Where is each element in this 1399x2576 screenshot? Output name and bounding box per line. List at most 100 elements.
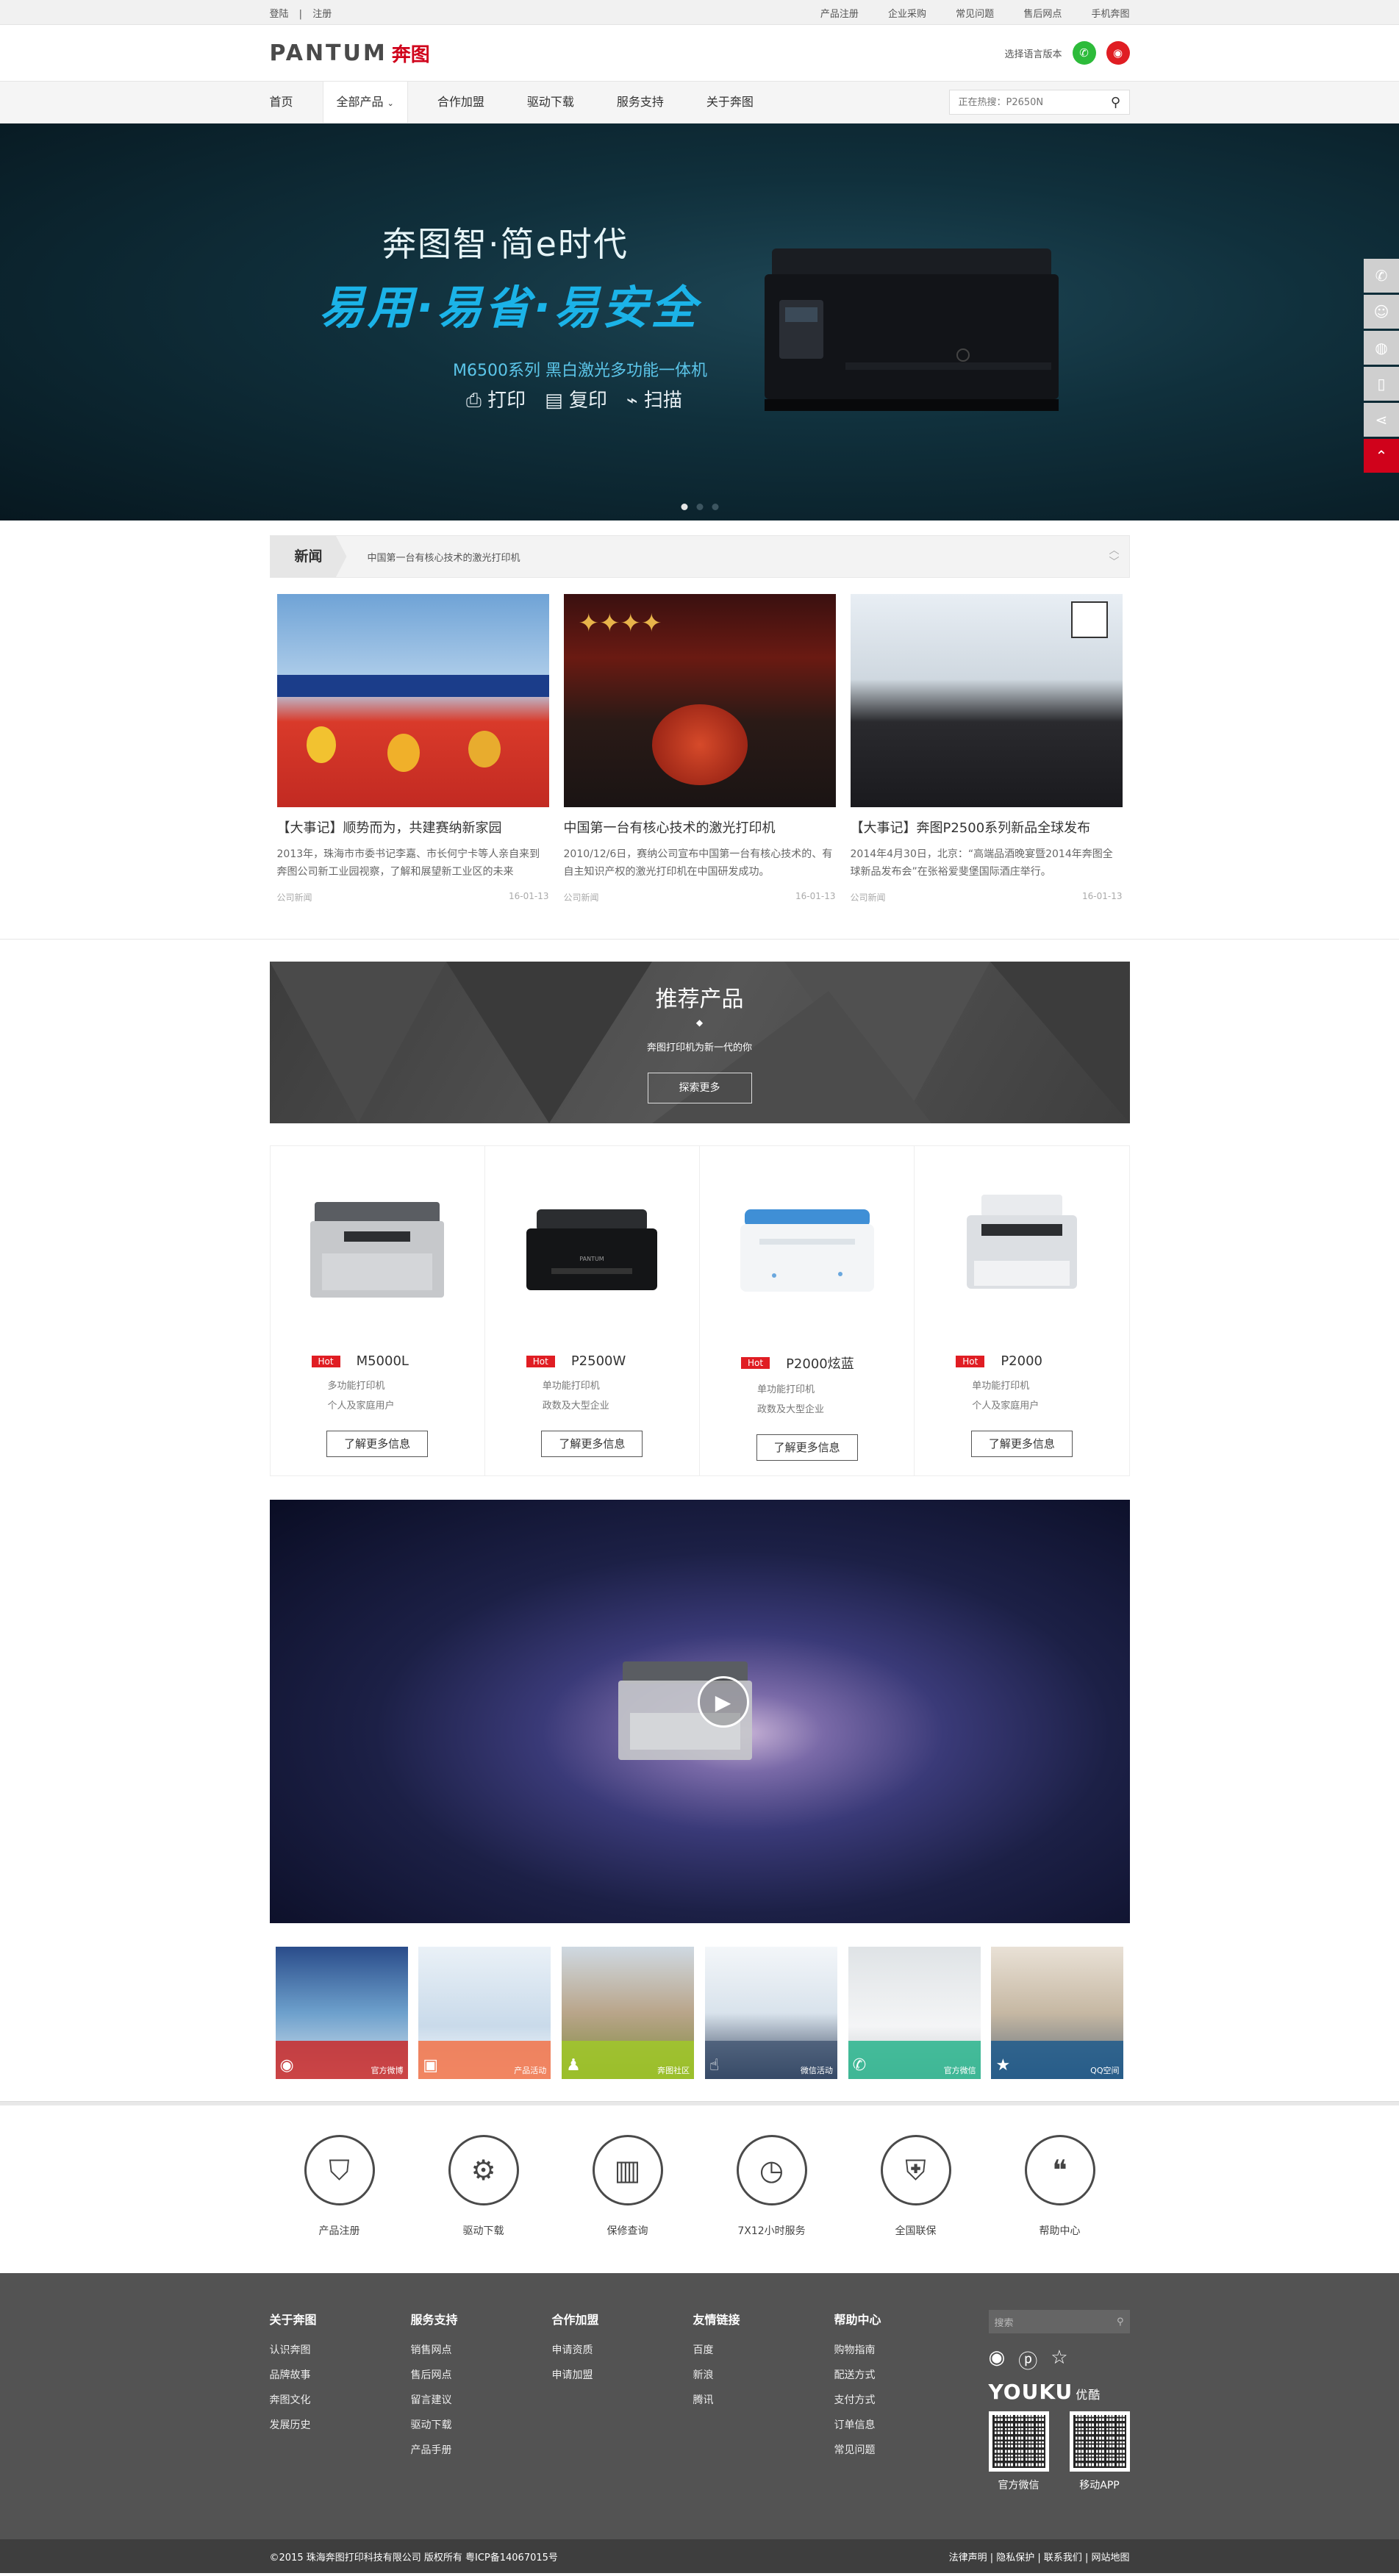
product-card[interactable]: Hot M5000L 多功能打印机 个人及家庭用户 了解更多信息: [271, 1146, 485, 1475]
news-image[interactable]: [850, 594, 1123, 807]
news-card[interactable]: 【大事记】顺势而为，共建赛纳新家园 2013年，珠海市市委书记李嘉、市长何宁卡等…: [276, 594, 549, 904]
chevron-down-icon[interactable]: ﹀: [1100, 557, 1129, 568]
footer-link[interactable]: 认识奔图: [270, 2342, 411, 2357]
footer-link[interactable]: 申请加盟: [552, 2367, 693, 2382]
product-image[interactable]: PANTUM: [515, 1187, 669, 1305]
service-national-warranty[interactable]: ⛨ 全国联保: [876, 2135, 956, 2273]
search-icon[interactable]: ⚲: [1103, 95, 1129, 110]
weibo-icon[interactable]: ◉: [989, 2347, 1006, 2374]
news-image[interactable]: [276, 594, 549, 807]
nav-driver-download[interactable]: 驱动下载: [514, 82, 587, 123]
topbar-link-product-register[interactable]: 产品注册: [820, 9, 859, 20]
carousel-dot[interactable]: [681, 504, 687, 510]
news-title[interactable]: 【大事记】奔图P2500系列新品全球发布: [851, 817, 1123, 837]
footer-link[interactable]: 配送方式: [834, 2367, 976, 2382]
thumb-product-activity[interactable]: ▣ 产品活动: [418, 1947, 551, 2079]
search-input[interactable]: [949, 96, 1103, 108]
legal-links[interactable]: 法律声明 | 隐私保护 | 联系我们 | 网站地图: [949, 2550, 1130, 2564]
footer-link[interactable]: 驱动下载: [411, 2417, 552, 2432]
product-image[interactable]: [945, 1187, 1099, 1305]
news-title[interactable]: 【大事记】顺势而为，共建赛纳新家园: [277, 817, 549, 837]
topbar-link-faq[interactable]: 常见问题: [956, 9, 994, 20]
wechat-icon[interactable]: ✆: [1072, 41, 1096, 65]
product-image[interactable]: [730, 1187, 884, 1305]
nav-all-products[interactable]: 全部产品 ⌄: [322, 82, 408, 123]
footer-link[interactable]: 发展历史: [270, 2417, 411, 2432]
news-title[interactable]: 中国第一台有核心技术的激光打印机: [564, 817, 836, 837]
product-card[interactable]: Hot P2000 单功能打印机 个人及家庭用户 了解更多信息: [915, 1146, 1128, 1475]
video-player[interactable]: ▶: [269, 1500, 1130, 1923]
youku-logo[interactable]: YOUKU 优酷: [989, 2380, 1130, 2404]
footer-link[interactable]: 腾讯: [693, 2392, 834, 2407]
thumb-wechat-activity[interactable]: ☝ 微信活动: [704, 1947, 837, 2079]
play-icon[interactable]: ▶: [697, 1676, 749, 1728]
explore-more-button[interactable]: 探索更多: [647, 1073, 752, 1103]
news-desc: 2013年，珠海市市委书记李嘉、市长何宁卡等人亲自来到奔图公司新工业园视察，了解…: [276, 848, 540, 878]
product-name[interactable]: P2500W: [571, 1353, 626, 1369]
footer-link[interactable]: 留言建议: [411, 2392, 552, 2407]
product-image[interactable]: [300, 1187, 454, 1305]
logo[interactable]: PANTUM 奔图: [270, 40, 430, 67]
footer-link[interactable]: 常见问题: [834, 2442, 976, 2457]
footer-link[interactable]: 产品手册: [411, 2442, 552, 2457]
footer-search-input[interactable]: 搜索: [995, 2315, 1014, 2329]
news-ticker[interactable]: 中国第一台有核心技术的激光打印机: [368, 550, 1100, 564]
topbar-link-mobile[interactable]: 手机奔图: [1091, 9, 1129, 20]
search-icon[interactable]: ⚲: [1117, 2316, 1124, 2328]
login-link[interactable]: 登陆: [270, 9, 289, 20]
nav-partner[interactable]: 合作加盟: [424, 82, 498, 123]
qq-icon[interactable]: ☺: [1364, 295, 1399, 329]
star-icon[interactable]: ☆: [1051, 2347, 1067, 2374]
product-name[interactable]: M5000L: [357, 1353, 409, 1369]
thumb-official-wechat[interactable]: ✆ 官方微信: [848, 1947, 981, 2079]
service-driver-download[interactable]: ⚙ 驱动下载: [443, 2135, 524, 2273]
chevron-up-icon[interactable]: ︿: [1100, 545, 1129, 557]
footer-link[interactable]: 购物指南: [834, 2342, 976, 2357]
product-name[interactable]: P2000炫蓝: [786, 1353, 854, 1373]
footer-link[interactable]: 销售网点: [411, 2342, 552, 2357]
language-selector[interactable]: 选择语言版本: [1004, 46, 1062, 60]
footer-link[interactable]: 售后网点: [411, 2367, 552, 2382]
register-link[interactable]: 注册: [312, 9, 332, 20]
learn-more-button[interactable]: 了解更多信息: [970, 1431, 1073, 1457]
news-card[interactable]: 【大事记】奔图P2500系列新品全球发布 2014年4月30日，北京：“高端品酒…: [850, 594, 1123, 904]
footer-link[interactable]: 品牌故事: [270, 2367, 411, 2382]
footer-link[interactable]: 订单信息: [834, 2417, 976, 2432]
pinterest-icon[interactable]: ⓟ: [1018, 2347, 1037, 2374]
weibo-icon[interactable]: ◉: [1106, 41, 1130, 65]
learn-more-button[interactable]: 了解更多信息: [326, 1431, 429, 1457]
product-card[interactable]: PANTUM Hot P2500W 单功能打印机 政数及大型企业 了解更多信息: [485, 1146, 700, 1475]
topbar-link-service-points[interactable]: 售后网点: [1023, 9, 1062, 20]
news-image[interactable]: ✦✦✦✦: [563, 594, 836, 807]
phone-icon[interactable]: ✆: [1364, 259, 1399, 293]
carousel-dot[interactable]: [696, 504, 703, 510]
footer-link[interactable]: 奔图文化: [270, 2392, 411, 2407]
product-card[interactable]: Hot P2000炫蓝 单功能打印机 政数及大型企业 了解更多信息: [700, 1146, 915, 1475]
thumb-qzone[interactable]: ★ QQ空间: [991, 1947, 1124, 2079]
learn-more-button[interactable]: 了解更多信息: [541, 1431, 643, 1457]
news-card[interactable]: ✦✦✦✦ 中国第一台有核心技术的激光打印机 2010/12/6日，赛纳公司宣布中…: [563, 594, 836, 904]
topbar-link-enterprise[interactable]: 企业采购: [888, 9, 926, 20]
nav-service-support[interactable]: 服务支持: [604, 82, 677, 123]
footer-link[interactable]: 百度: [693, 2342, 834, 2357]
footer-search[interactable]: 搜索 ⚲: [988, 2310, 1130, 2333]
thumb-weibo[interactable]: ◉ 官方微博: [275, 1947, 408, 2079]
footer-link[interactable]: 支付方式: [834, 2392, 976, 2407]
nav-about[interactable]: 关于奔图: [693, 82, 767, 123]
service-hours[interactable]: ◷ 7X12小时服务: [731, 2135, 812, 2273]
footer-link[interactable]: 申请资质: [552, 2342, 693, 2357]
back-to-top-icon[interactable]: ⌃: [1364, 439, 1399, 473]
service-warranty[interactable]: ▥ 保修查询: [587, 2135, 668, 2273]
share-icon[interactable]: ⋖: [1364, 403, 1399, 437]
thumb-community[interactable]: ♟ 奔图社区: [562, 1947, 695, 2079]
nav-home[interactable]: 首页: [270, 82, 307, 123]
service-product-register[interactable]: ⛉ 产品注册: [299, 2135, 380, 2273]
learn-more-button[interactable]: 了解更多信息: [756, 1434, 858, 1461]
footer-link[interactable]: 新浪: [693, 2367, 834, 2382]
mobile-icon[interactable]: ▯: [1364, 367, 1399, 401]
product-name[interactable]: P2000: [1001, 1353, 1042, 1369]
hero-banner[interactable]: 奔图智·简e时代 易用·易省·易安全 M6500系列 黑白激光多功能一体机 ⎙ …: [0, 124, 1399, 520]
service-help-center[interactable]: ❝ 帮助中心: [1020, 2135, 1101, 2273]
carousel-dot[interactable]: [712, 504, 718, 510]
globe-icon[interactable]: ◍: [1364, 331, 1399, 365]
